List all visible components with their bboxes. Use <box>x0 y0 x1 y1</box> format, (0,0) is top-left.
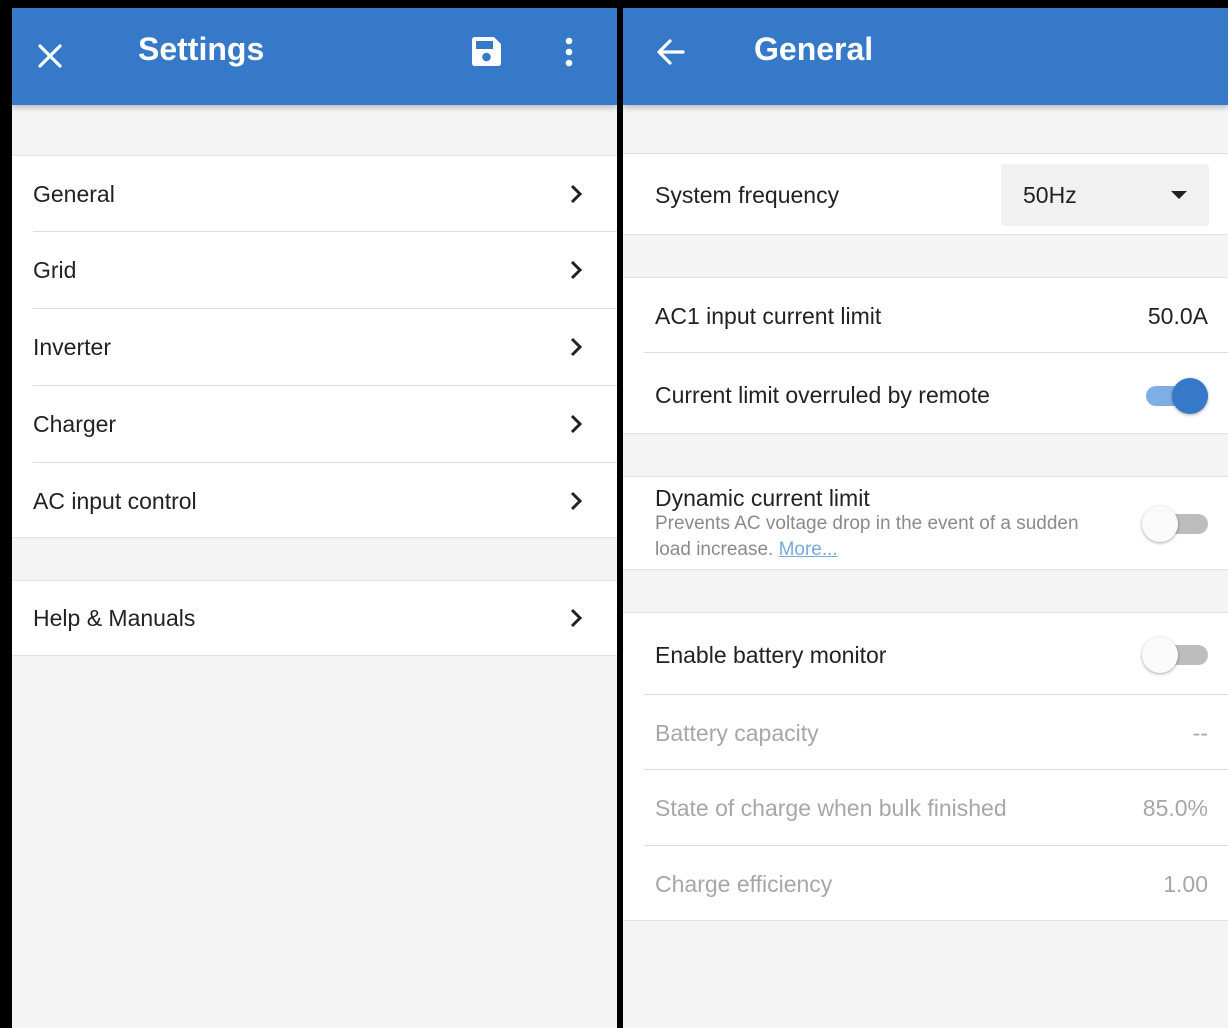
toggle-knob <box>1142 637 1178 673</box>
description-line: Prevents AC voltage drop in the event of… <box>655 513 1079 534</box>
ac1-input-current-limit-row[interactable]: AC1 input current limit 50.0A <box>623 278 1228 353</box>
system-frequency-value: 50Hz <box>1023 182 1077 208</box>
ac1-limit-value: 50.0A <box>1147 303 1208 329</box>
current-limit-overruled-row: Current limit overruled by remote <box>623 353 1228 435</box>
battery-capacity-value: -- <box>1192 720 1208 746</box>
ac1-limit-label: AC1 input current limit <box>655 303 882 329</box>
general-app-bar: General <box>623 8 1228 105</box>
description-line: load increase. More... <box>655 537 1125 563</box>
caret-down-icon <box>1171 191 1187 199</box>
chevron-right-icon <box>570 608 583 628</box>
chevron-right-icon <box>570 260 583 280</box>
charge-efficiency-row: Charge efficiency 1.00 <box>623 846 1228 922</box>
chevron-right-icon <box>570 337 583 357</box>
menu-item-grid[interactable]: Grid <box>12 232 617 309</box>
battery-monitor-toggle[interactable] <box>1142 637 1208 673</box>
battery-monitor-label: Enable battery monitor <box>655 642 887 668</box>
toggle-knob <box>1142 506 1178 542</box>
more-vert-icon[interactable] <box>554 32 584 72</box>
menu-item-label: Grid <box>33 257 77 283</box>
toggle-knob <box>1172 378 1208 414</box>
arrow-back-icon[interactable] <box>651 32 691 72</box>
dynamic-limit-toggle[interactable] <box>1142 506 1208 542</box>
save-icon[interactable] <box>466 32 506 72</box>
menu-item-label: Help & Manuals <box>33 605 196 631</box>
menu-item-general[interactable]: General <box>12 156 617 232</box>
menu-item-label: AC input control <box>33 488 197 514</box>
page-title: Settings <box>138 31 265 67</box>
chevron-right-icon <box>570 184 583 204</box>
menu-item-label: Charger <box>33 411 117 437</box>
enable-battery-monitor-row: Enable battery monitor <box>623 613 1228 695</box>
menu-item-charger[interactable]: Charger <box>12 386 617 463</box>
close-icon[interactable] <box>30 36 70 76</box>
overruled-label: Current limit overruled by remote <box>655 382 990 408</box>
page-title: General <box>754 31 874 67</box>
system-frequency-label: System frequency <box>655 182 840 208</box>
more-link[interactable]: More... <box>779 539 838 560</box>
menu-item-inverter[interactable]: Inverter <box>12 309 617 386</box>
chevron-right-icon <box>570 491 583 511</box>
dynamic-limit-label: Dynamic current limit <box>655 485 870 511</box>
system-frequency-section: System frequency 50Hz <box>623 153 1228 235</box>
battery-monitor-section: Enable battery monitor Battery capacity … <box>623 612 1228 921</box>
settings-menu: General Grid Inverter Charger AC input c… <box>12 155 617 538</box>
menu-item-ac-input-control[interactable]: AC input control <box>12 463 617 539</box>
general-screen: General System frequency 50Hz AC1 input … <box>623 8 1228 1028</box>
settings-app-bar: Settings <box>12 8 617 105</box>
soc-bulk-value: 85.0% <box>1142 795 1208 821</box>
menu-item-label: General <box>33 181 115 207</box>
battery-capacity-row: Battery capacity -- <box>623 695 1228 770</box>
charge-efficiency-value: 1.00 <box>1163 871 1208 897</box>
soc-bulk-label: State of charge when bulk finished <box>655 795 1007 821</box>
description-text: load increase. <box>655 539 774 560</box>
help-section: Help & Manuals <box>12 580 617 656</box>
dynamic-limit-description: Prevents AC voltage drop in the event of… <box>655 511 1125 563</box>
dynamic-current-limit-section: Dynamic current limit Prevents AC voltag… <box>623 476 1228 570</box>
charge-efficiency-label: Charge efficiency <box>655 871 833 897</box>
menu-item-label: Inverter <box>33 334 111 360</box>
system-frequency-dropdown[interactable]: 50Hz <box>1001 164 1209 226</box>
overruled-toggle[interactable] <box>1142 378 1208 414</box>
soc-bulk-finished-row: State of charge when bulk finished 85.0% <box>623 770 1228 846</box>
settings-screen: Settings General Grid Inverter Charger A… <box>12 8 617 1028</box>
battery-capacity-label: Battery capacity <box>655 720 819 746</box>
current-limit-section: AC1 input current limit 50.0A Current li… <box>623 277 1228 434</box>
chevron-right-icon <box>570 414 583 434</box>
menu-item-help-manuals[interactable]: Help & Manuals <box>12 581 617 657</box>
